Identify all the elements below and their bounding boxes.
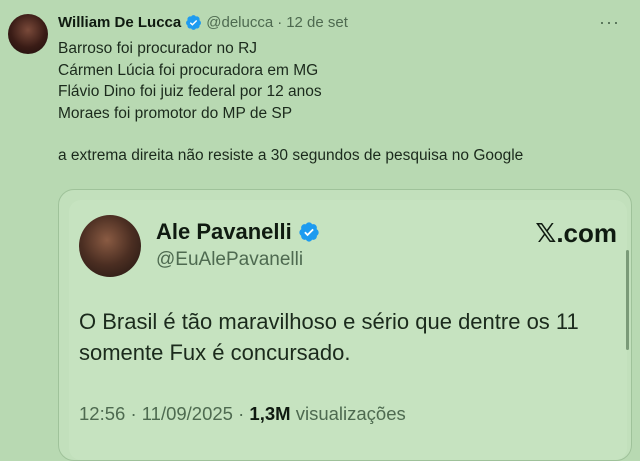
- verified-badge-icon: [186, 15, 202, 30]
- scrollbar[interactable]: [626, 250, 629, 350]
- quoted-line: somente Fux é concursado.: [79, 340, 351, 365]
- x-domain-label: .com: [556, 218, 617, 248]
- quoted-author-row: Ale Pavanelli: [156, 219, 320, 245]
- verified-badge-icon: [299, 222, 319, 242]
- author-handle[interactable]: @delucca: [206, 14, 273, 31]
- line-spacer: [58, 124, 523, 145]
- quoted-author-avatar[interactable]: [79, 215, 141, 277]
- meta-dot: ·: [130, 403, 137, 424]
- tweet-header: William De Lucca @delucca · 12 de set: [58, 14, 348, 31]
- quoted-author-name[interactable]: Ale Pavanelli: [156, 219, 292, 245]
- quoted-tweet-card[interactable]: Ale Pavanelli @EuAlePavanelli 𝕏.com O Br…: [58, 189, 632, 461]
- quoted-time[interactable]: 12:56: [79, 403, 125, 424]
- author-name[interactable]: William De Lucca: [58, 14, 181, 31]
- tweet-line: Cármen Lúcia foi procuradora em MG: [58, 61, 319, 79]
- more-options-icon[interactable]: ···: [599, 12, 620, 33]
- tweet-date[interactable]: 12 de set: [286, 14, 348, 31]
- separator-dot: ·: [277, 14, 283, 31]
- views-label: visualizações: [295, 403, 406, 424]
- quoted-date[interactable]: 11/09/2025: [142, 403, 233, 424]
- x-com-logo[interactable]: 𝕏.com: [535, 218, 617, 249]
- quoted-author-handle[interactable]: @EuAlePavanelli: [156, 249, 303, 271]
- tweet-line: Barroso foi procurador no RJ: [58, 40, 258, 57]
- tweet-text: Barroso foi procurador no RJ Cármen Lúci…: [58, 38, 523, 167]
- views-count: 1,3M: [249, 403, 291, 424]
- tweet-closing-line: a extrema direita não resiste a 30 segun…: [58, 147, 524, 164]
- tweet-line: Moraes foi promotor do MP de SP: [58, 104, 293, 122]
- x-logo-icon: 𝕏: [535, 219, 557, 249]
- author-avatar[interactable]: [8, 14, 48, 54]
- quoted-tweet-inner: Ale Pavanelli @EuAlePavanelli 𝕏.com O Br…: [69, 200, 627, 460]
- quoted-line: O Brasil é tão maravilhoso e sério que d…: [79, 309, 579, 334]
- quoted-tweet-text: O Brasil é tão maravilhoso e sério que d…: [79, 306, 619, 368]
- tweet-line: Flávio Dino foi juiz federal por 12 anos: [58, 83, 322, 100]
- quoted-tweet-meta: 12:56 · 11/09/2025 · 1,3M visualizações: [79, 403, 406, 425]
- meta-dot: ·: [238, 403, 245, 424]
